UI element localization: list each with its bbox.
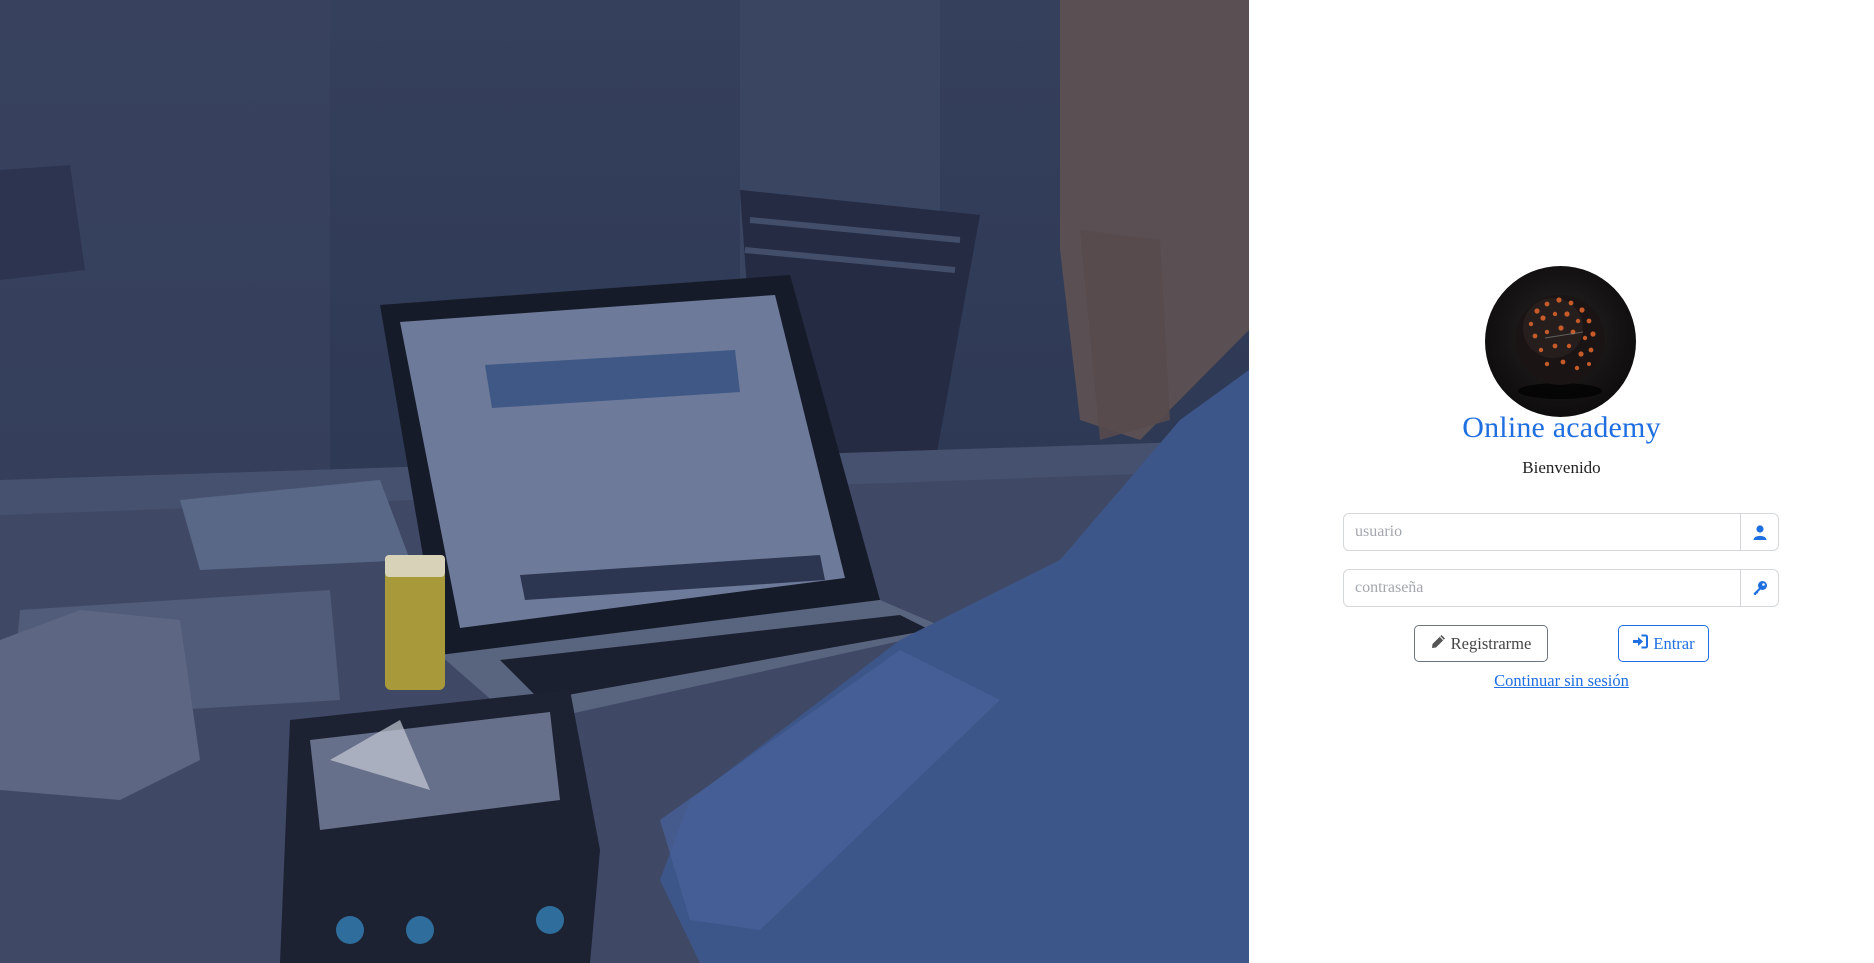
password-input[interactable] (1344, 570, 1740, 606)
username-field (1343, 513, 1779, 551)
sphere-logo (1485, 266, 1636, 417)
login-label: Entrar (1653, 633, 1695, 653)
welcome-text: Bienvenido (1522, 458, 1601, 477)
key-icon (1740, 570, 1778, 606)
register-label: Registrarme (1450, 633, 1532, 653)
password-field (1343, 569, 1779, 607)
hero-image (0, 0, 1249, 963)
sign-in-icon (1632, 634, 1649, 654)
pencil-icon (1431, 634, 1446, 654)
register-button[interactable]: Registrarme (1414, 625, 1548, 662)
hero-photo-illustration (0, 0, 1249, 963)
login-panel: Online academy Bienvenido Regis (1249, 0, 1874, 963)
user-icon (1740, 514, 1778, 550)
app-title: Online academy (1462, 411, 1661, 444)
continue-without-session-link[interactable]: Continuar sin sesión (1249, 671, 1874, 691)
login-button[interactable]: Entrar (1618, 625, 1709, 662)
username-input[interactable] (1344, 514, 1740, 550)
